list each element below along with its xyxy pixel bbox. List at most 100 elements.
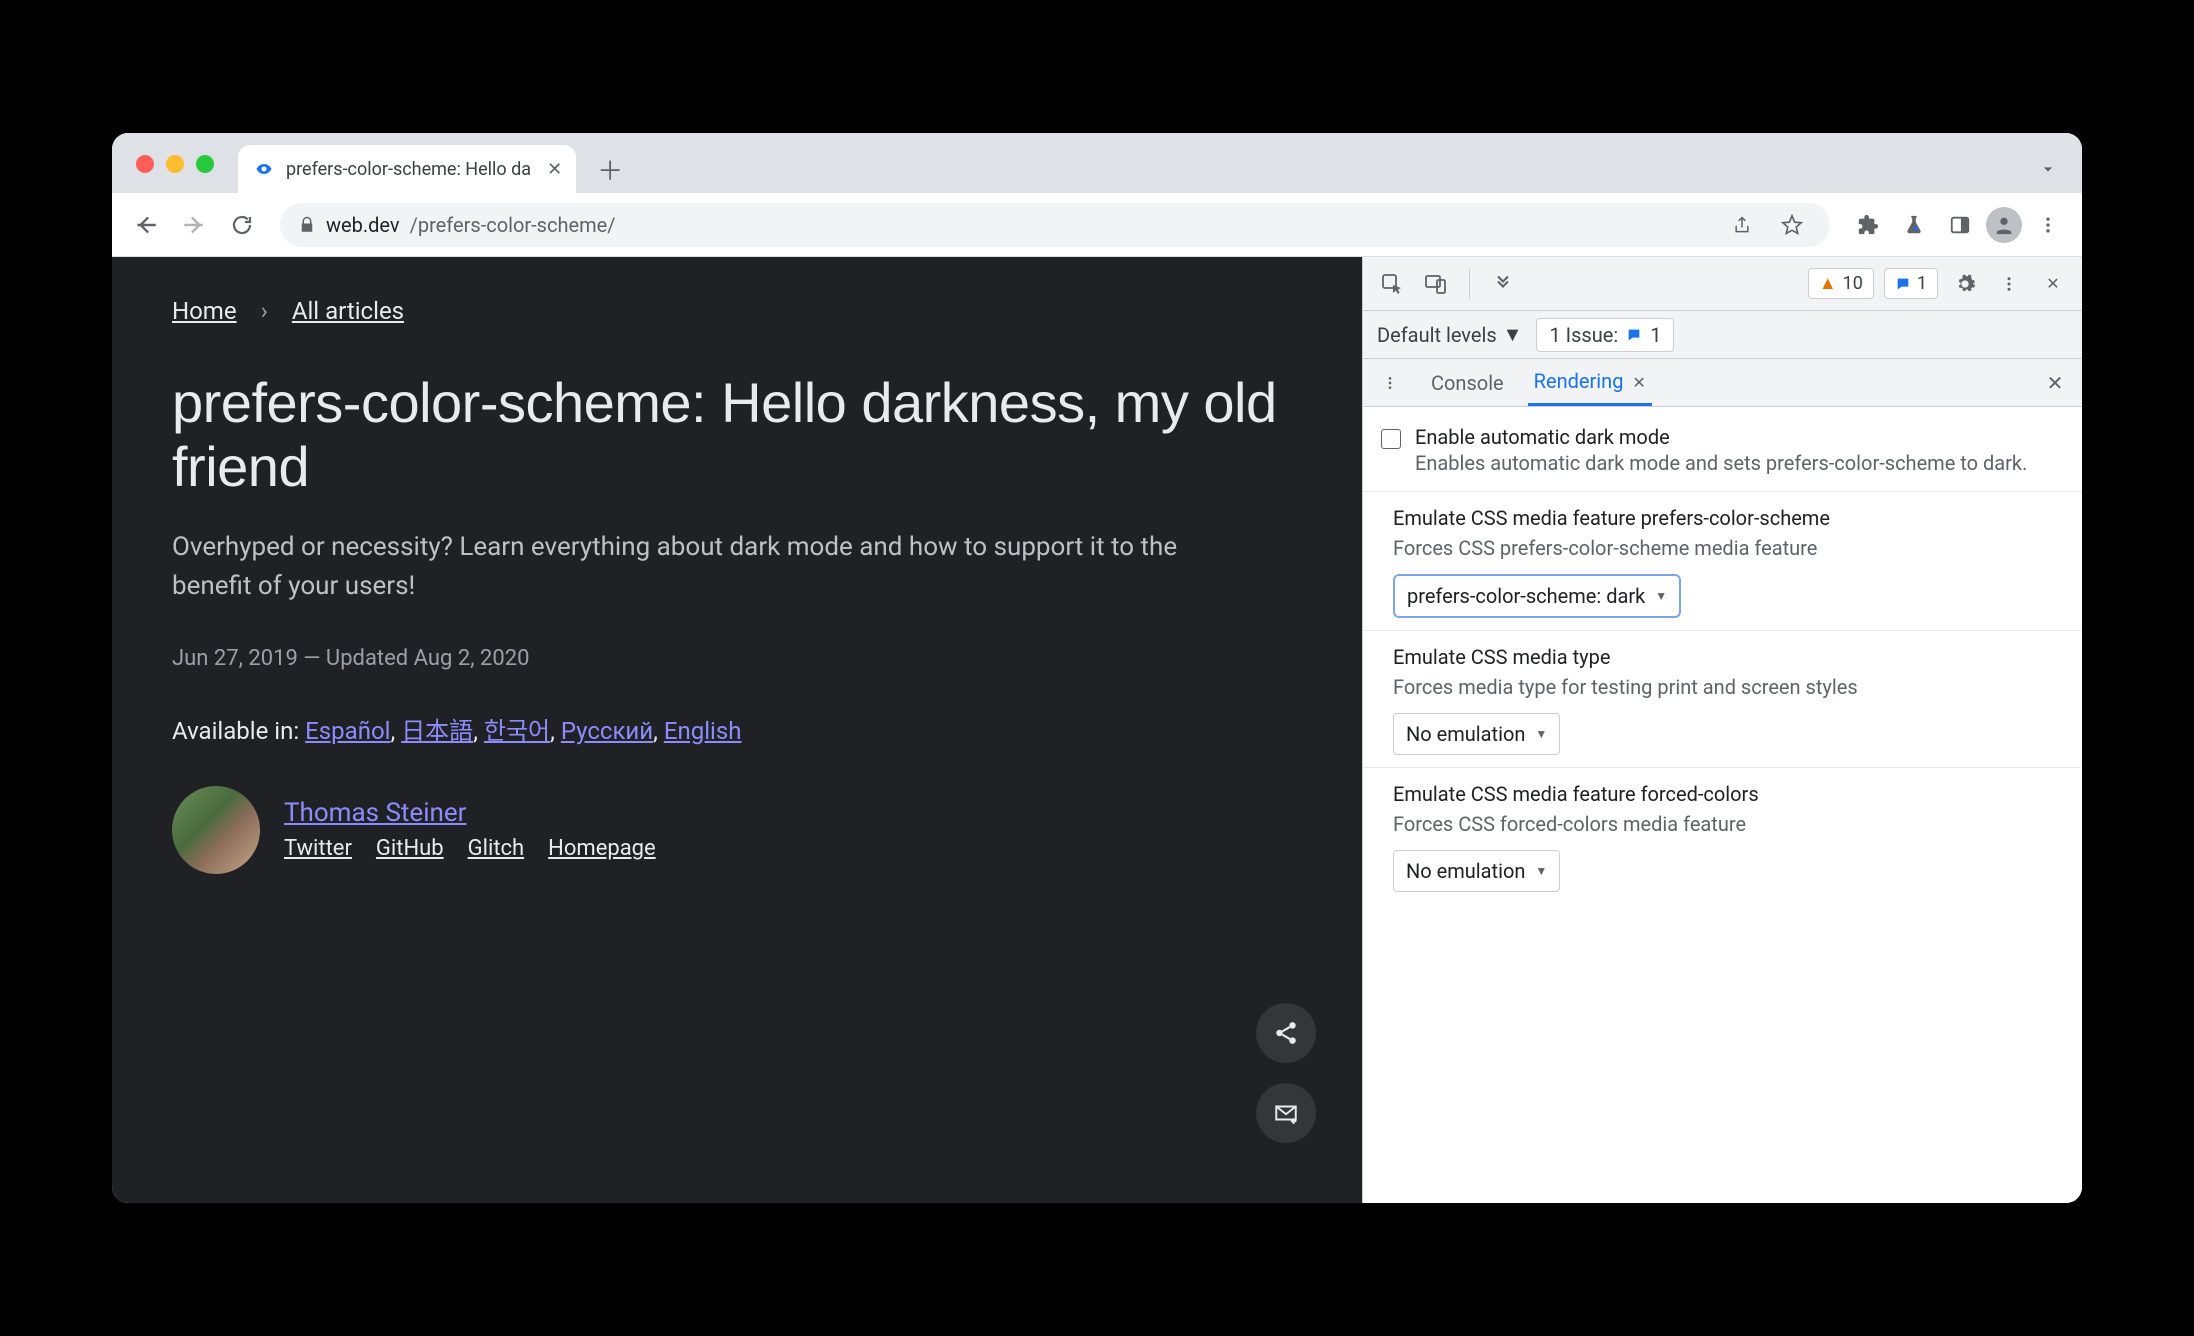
devtools-toolbar: ▲ 10 1 ✕ bbox=[1363, 257, 2082, 311]
author-avatar bbox=[172, 786, 260, 874]
issues-label: 1 Issue: bbox=[1549, 323, 1618, 347]
author-info: Thomas Steiner Twitter GitHub Glitch Hom… bbox=[284, 798, 656, 861]
minimize-window-button[interactable] bbox=[166, 155, 184, 173]
section-desc: Forces CSS forced-colors media feature bbox=[1393, 810, 2052, 838]
lang-link[interactable]: Русский bbox=[561, 717, 653, 745]
auto-dark-mode-title: Enable automatic dark mode bbox=[1415, 425, 2027, 449]
message-icon bbox=[1895, 276, 1911, 292]
log-levels-dropdown[interactable]: Default levels ▼ bbox=[1377, 322, 1522, 347]
device-toolbar-icon[interactable] bbox=[1419, 267, 1453, 301]
author-block: Thomas Steiner Twitter GitHub Glitch Hom… bbox=[172, 786, 1302, 874]
page-date: Jun 27, 2019 — Updated Aug 2, 2020 bbox=[172, 646, 1302, 671]
breadcrumb-all-articles[interactable]: All articles bbox=[292, 297, 404, 325]
breadcrumb: Home › All articles bbox=[172, 297, 1302, 325]
warnings-count: 10 bbox=[1843, 273, 1863, 294]
devtools-settings-icon[interactable] bbox=[1948, 267, 1982, 301]
prefers-color-scheme-section: Emulate CSS media feature prefers-color-… bbox=[1363, 492, 2082, 631]
tab-close-button[interactable]: ✕ bbox=[547, 159, 562, 180]
browser-window: prefers-color-scheme: Hello da ✕ ＋ web.d… bbox=[112, 133, 2082, 1203]
favicon-icon bbox=[252, 157, 276, 181]
chrome-menu-button[interactable] bbox=[2028, 205, 2068, 245]
available-languages: Available in: Español, 日本語, 한국어, Русский… bbox=[172, 711, 1302, 746]
forced-colors-section: Emulate CSS media feature forced-colors … bbox=[1363, 768, 2082, 904]
browser-tab[interactable]: prefers-color-scheme: Hello da ✕ bbox=[238, 145, 576, 193]
lang-link[interactable]: Español bbox=[305, 717, 390, 745]
warning-icon: ▲ bbox=[1819, 273, 1837, 294]
inspect-element-icon[interactable] bbox=[1375, 267, 1409, 301]
drawer-tab-console[interactable]: Console bbox=[1425, 361, 1510, 405]
page-subtitle: Overhyped or necessity? Learn everything… bbox=[172, 528, 1222, 606]
extensions-button[interactable] bbox=[1848, 205, 1888, 245]
lock-icon bbox=[298, 216, 316, 234]
message-icon bbox=[1626, 327, 1642, 343]
devtools-close-icon[interactable]: ✕ bbox=[2036, 267, 2070, 301]
tab-title: prefers-color-scheme: Hello da bbox=[286, 159, 531, 180]
more-panels-icon[interactable] bbox=[1486, 267, 1520, 301]
lang-link[interactable]: 한국어 bbox=[484, 717, 550, 745]
rendering-panel: Enable automatic dark mode Enables autom… bbox=[1363, 407, 2082, 1203]
address-bar[interactable]: web.dev/prefers-color-scheme/ bbox=[280, 203, 1830, 247]
tabs-overflow-button[interactable] bbox=[2038, 159, 2058, 179]
close-icon[interactable]: ✕ bbox=[1632, 373, 1645, 392]
page-title: prefers-color-scheme: Hello darkness, my… bbox=[172, 371, 1302, 500]
auto-dark-mode-checkbox[interactable] bbox=[1381, 429, 1401, 449]
drawer-menu-icon[interactable] bbox=[1373, 366, 1407, 400]
labs-button[interactable] bbox=[1894, 205, 1934, 245]
share-button[interactable] bbox=[1722, 205, 1762, 245]
section-desc: Forces media type for testing print and … bbox=[1393, 673, 2052, 701]
profile-button[interactable] bbox=[1986, 207, 2022, 243]
caret-down-icon: ▼ bbox=[1503, 322, 1523, 347]
content-area: Home › All articles prefers-color-scheme… bbox=[112, 257, 2082, 1203]
reload-button[interactable] bbox=[222, 205, 262, 245]
devtools-menu-icon[interactable] bbox=[1992, 267, 2026, 301]
breadcrumb-home[interactable]: Home bbox=[172, 297, 237, 325]
console-filter-bar: Default levels ▼ 1 Issue: 1 bbox=[1363, 311, 2082, 359]
section-label: Emulate CSS media type bbox=[1393, 643, 2052, 671]
webpage: Home › All articles prefers-color-scheme… bbox=[112, 257, 1362, 1203]
chevron-right-icon: › bbox=[261, 297, 268, 325]
drawer-close-icon[interactable]: ✕ bbox=[2038, 366, 2072, 400]
media-type-section: Emulate CSS media type Forces media type… bbox=[1363, 631, 2082, 768]
author-name-link[interactable]: Thomas Steiner bbox=[284, 798, 656, 828]
lang-link[interactable]: 日本語 bbox=[401, 717, 473, 745]
prefers-color-scheme-select[interactable]: prefers-color-scheme: dark ▼ bbox=[1393, 574, 1681, 618]
drawer-tabs: Console Rendering ✕ ✕ bbox=[1363, 359, 2082, 407]
section-label: Emulate CSS media feature prefers-color-… bbox=[1393, 504, 2052, 532]
issues-count: 1 bbox=[1650, 323, 1661, 347]
caret-down-icon: ▼ bbox=[1535, 864, 1547, 878]
floating-actions bbox=[1256, 1003, 1316, 1143]
messages-badge[interactable]: 1 bbox=[1884, 268, 1938, 299]
tab-strip: prefers-color-scheme: Hello da ✕ ＋ bbox=[112, 133, 2082, 193]
author-link-github[interactable]: GitHub bbox=[376, 836, 444, 861]
lang-link[interactable]: English bbox=[664, 717, 742, 745]
drawer-tab-rendering[interactable]: Rendering ✕ bbox=[1528, 359, 1652, 406]
author-link-homepage[interactable]: Homepage bbox=[548, 836, 656, 861]
author-link-glitch[interactable]: Glitch bbox=[468, 836, 525, 861]
forced-colors-select[interactable]: No emulation ▼ bbox=[1393, 850, 1560, 892]
url-path: /prefers-color-scheme/ bbox=[410, 213, 616, 237]
auto-dark-mode-desc: Enables automatic dark mode and sets pre… bbox=[1415, 449, 2027, 477]
media-type-select[interactable]: No emulation ▼ bbox=[1393, 713, 1560, 755]
available-label: Available in: bbox=[172, 717, 299, 745]
sidepanel-button[interactable] bbox=[1940, 205, 1980, 245]
author-link-twitter[interactable]: Twitter bbox=[284, 836, 352, 861]
new-tab-button[interactable]: ＋ bbox=[590, 149, 630, 189]
subscribe-fab[interactable] bbox=[1256, 1083, 1316, 1143]
devtools-panel: ▲ 10 1 ✕ Default l bbox=[1362, 257, 2082, 1203]
author-links: Twitter GitHub Glitch Homepage bbox=[284, 836, 656, 861]
section-desc: Forces CSS prefers-color-scheme media fe… bbox=[1393, 534, 2052, 562]
close-window-button[interactable] bbox=[136, 155, 154, 173]
forward-button[interactable] bbox=[174, 205, 214, 245]
warnings-badge[interactable]: ▲ 10 bbox=[1808, 268, 1874, 299]
window-controls bbox=[124, 155, 226, 193]
auto-dark-mode-row: Enable automatic dark mode Enables autom… bbox=[1363, 417, 2082, 492]
issues-button[interactable]: 1 Issue: 1 bbox=[1536, 318, 1674, 352]
share-fab[interactable] bbox=[1256, 1003, 1316, 1063]
caret-down-icon: ▼ bbox=[1655, 589, 1667, 603]
toolbar-actions bbox=[1848, 205, 2068, 245]
maximize-window-button[interactable] bbox=[196, 155, 214, 173]
url-host: web.dev bbox=[326, 213, 400, 237]
back-button[interactable] bbox=[126, 205, 166, 245]
bookmark-button[interactable] bbox=[1772, 205, 1812, 245]
browser-toolbar: web.dev/prefers-color-scheme/ bbox=[112, 193, 2082, 257]
